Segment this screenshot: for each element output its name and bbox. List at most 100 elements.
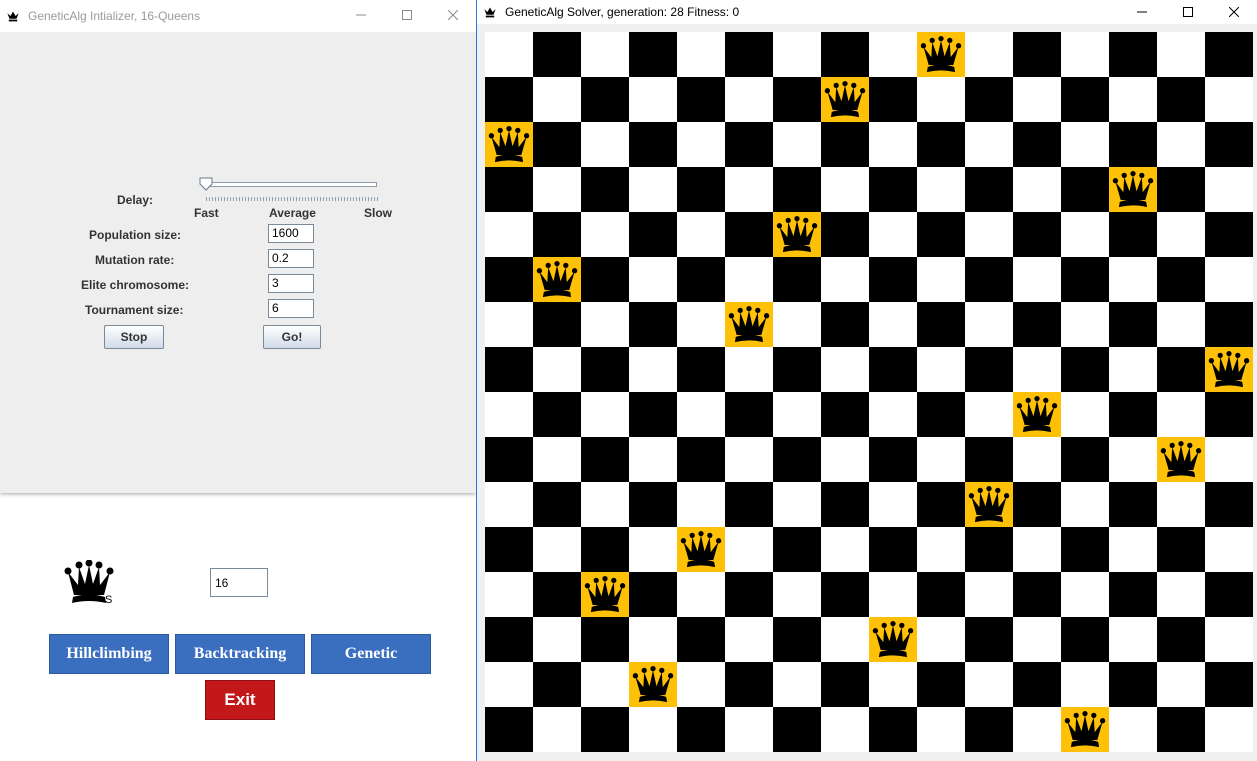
board-square	[629, 572, 677, 617]
board-square	[1013, 122, 1061, 167]
board-square	[965, 347, 1013, 392]
queen-icon	[584, 576, 626, 613]
mutation-rate-field[interactable]: 0.2	[268, 249, 314, 268]
board-square	[1061, 77, 1109, 122]
board-square	[917, 212, 965, 257]
board-square	[581, 122, 629, 167]
board-square	[1205, 572, 1253, 617]
board-square	[1013, 32, 1061, 77]
population-size-field[interactable]: 1600	[268, 224, 314, 243]
board-square	[629, 77, 677, 122]
board-square	[965, 392, 1013, 437]
board-square	[869, 32, 917, 77]
board-square	[1205, 77, 1253, 122]
maximize-icon	[1183, 7, 1193, 17]
board-square	[485, 257, 533, 302]
board-square	[725, 662, 773, 707]
board-square	[773, 302, 821, 347]
maximize-button[interactable]	[384, 0, 430, 30]
board-square	[533, 482, 581, 527]
board-square	[629, 392, 677, 437]
board-square	[485, 662, 533, 707]
board-square	[1061, 167, 1109, 212]
elite-chromosome-field[interactable]: 3	[268, 274, 314, 293]
board-square	[1157, 302, 1205, 347]
board-square	[1109, 437, 1157, 482]
go-button[interactable]: Go!	[263, 325, 321, 349]
solver-titlebar[interactable]: GeneticAlg Solver, generation: 28 Fitnes…	[477, 0, 1257, 24]
board-square	[1157, 482, 1205, 527]
board-square	[773, 437, 821, 482]
board-square	[485, 482, 533, 527]
queen-icon	[872, 621, 914, 658]
board-square	[917, 437, 965, 482]
board-square	[1061, 527, 1109, 572]
board-square	[1109, 122, 1157, 167]
board-square	[1061, 122, 1109, 167]
board-square	[1061, 392, 1109, 437]
board-square	[485, 347, 533, 392]
close-button[interactable]	[430, 0, 476, 30]
minimize-button[interactable]	[1119, 0, 1165, 24]
board-square-queen	[1109, 167, 1157, 212]
board-square	[821, 257, 869, 302]
board-square	[485, 527, 533, 572]
board-square	[965, 662, 1013, 707]
board-square	[725, 32, 773, 77]
initializer-titlebar[interactable]: GeneticAlg Intializer, 16-Queens	[0, 0, 476, 32]
board-square	[773, 662, 821, 707]
exit-button[interactable]: Exit	[205, 680, 275, 720]
board-square	[1013, 77, 1061, 122]
board-square	[485, 167, 533, 212]
board-square	[821, 167, 869, 212]
board-square	[485, 32, 533, 77]
board-square	[581, 77, 629, 122]
board-square	[725, 122, 773, 167]
board-square	[1109, 347, 1157, 392]
board-size-field[interactable]: 16	[210, 568, 268, 597]
board-square-queen	[917, 32, 965, 77]
board-square	[773, 707, 821, 752]
close-icon	[1229, 7, 1239, 17]
backtracking-button[interactable]: Backtracking	[175, 634, 305, 674]
queen-icon	[824, 81, 866, 118]
queen-icon	[680, 531, 722, 568]
board-square	[1157, 347, 1205, 392]
queen-icon	[968, 486, 1010, 523]
maximize-button[interactable]	[1165, 0, 1211, 24]
board-square-queen	[821, 77, 869, 122]
board-square	[485, 707, 533, 752]
board-square	[821, 707, 869, 752]
queen-icon	[1160, 441, 1202, 478]
board-square	[485, 437, 533, 482]
board-square	[1109, 617, 1157, 662]
minimize-button[interactable]	[338, 0, 384, 30]
queen-icon	[920, 36, 962, 73]
board-square	[533, 347, 581, 392]
board-square	[581, 167, 629, 212]
chess-board	[485, 32, 1253, 752]
board-square	[629, 527, 677, 572]
board-square	[917, 122, 965, 167]
board-square-queen	[1061, 707, 1109, 752]
genetic-button[interactable]: Genetic	[311, 634, 431, 674]
hillclimbing-button[interactable]: Hillclimbing	[49, 634, 169, 674]
board-square	[1205, 167, 1253, 212]
board-square	[1109, 77, 1157, 122]
board-square	[725, 392, 773, 437]
board-square	[821, 302, 869, 347]
initializer-content: Delay: Fast Average Slow Population size…	[0, 32, 476, 493]
stop-button[interactable]: Stop	[104, 325, 164, 349]
delay-slider-thumb[interactable]	[199, 177, 213, 191]
board-square	[581, 437, 629, 482]
close-button[interactable]	[1211, 0, 1257, 24]
board-square	[1061, 482, 1109, 527]
queen-icon	[1112, 171, 1154, 208]
board-square	[581, 662, 629, 707]
tournament-size-field[interactable]: 6	[268, 299, 314, 318]
board-square	[533, 392, 581, 437]
board-square	[677, 482, 725, 527]
board-square	[821, 437, 869, 482]
delay-slider-track[interactable]	[202, 182, 377, 187]
board-square	[869, 527, 917, 572]
